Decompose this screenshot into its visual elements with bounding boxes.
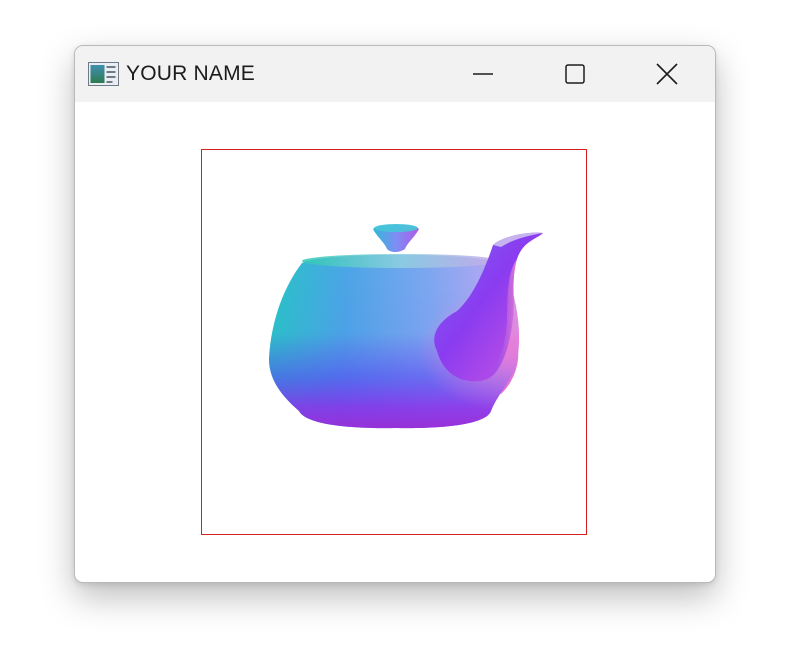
minimize-button[interactable] (437, 46, 529, 102)
render-viewport[interactable] (201, 149, 587, 535)
client-area (75, 102, 715, 582)
close-button[interactable] (621, 46, 713, 102)
close-icon (656, 63, 678, 85)
title-bar[interactable]: YOUR NAME (75, 46, 715, 102)
minimize-icon (473, 73, 493, 75)
maximize-icon (565, 64, 585, 84)
window-title: YOUR NAME (126, 62, 255, 85)
application-window-icon[interactable] (88, 62, 119, 86)
teapot-render (269, 224, 543, 429)
app-window: YOUR NAME (74, 45, 716, 583)
maximize-button[interactable] (529, 46, 621, 102)
